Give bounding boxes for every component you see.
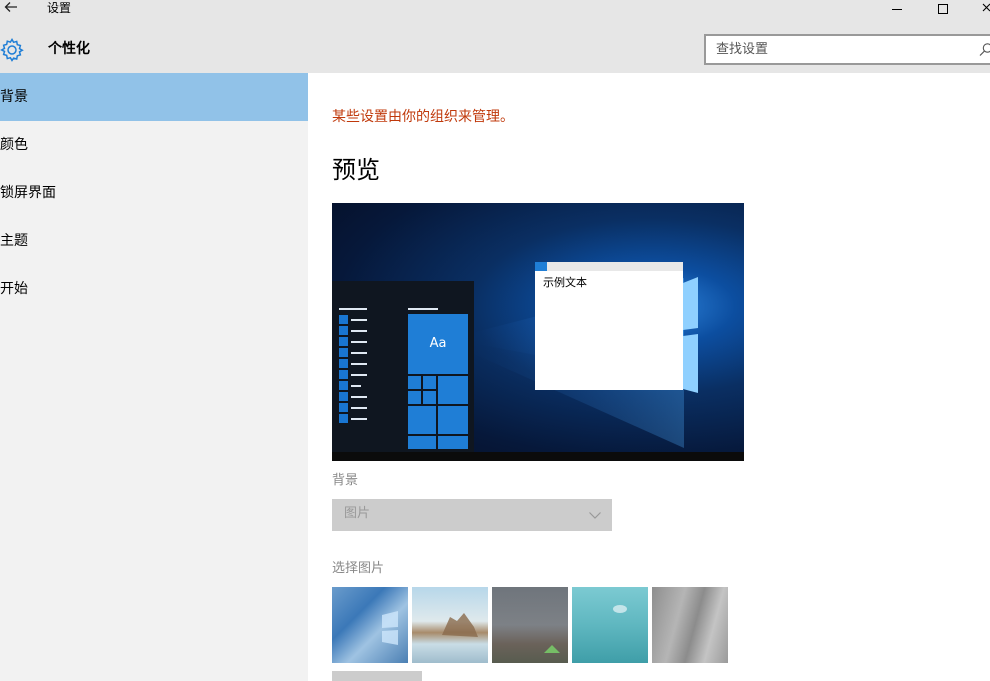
- background-type-dropdown[interactable]: 图片: [332, 499, 612, 531]
- preview-heading: 预览: [332, 156, 380, 184]
- thumbnail-rock[interactable]: [652, 587, 728, 663]
- thumbnail-underwater[interactable]: [572, 587, 648, 663]
- managed-notice: 某些设置由你的组织来管理。: [332, 109, 514, 125]
- sidebar-item-themes[interactable]: 主题: [0, 217, 308, 265]
- thumbnail-windows-hero[interactable]: [332, 587, 408, 663]
- close-icon: [982, 3, 990, 12]
- sidebar-item-colors[interactable]: 颜色: [0, 121, 308, 169]
- choose-picture-label: 选择图片: [332, 561, 385, 576]
- browse-button[interactable]: [332, 671, 422, 681]
- sidebar-item-start[interactable]: 开始: [0, 265, 308, 313]
- minimize-icon: [892, 9, 902, 10]
- minimize-button[interactable]: [874, 0, 920, 18]
- sample-window-preview: 示例文本: [535, 262, 683, 390]
- windows-logo-icon: [382, 611, 398, 645]
- background-type-value: 图片: [344, 506, 371, 521]
- sidebar-item-background[interactable]: 背景: [0, 73, 308, 121]
- thumbnail-beach[interactable]: [412, 587, 488, 663]
- close-button[interactable]: [966, 0, 990, 18]
- start-menu-preview: Aa: [332, 281, 474, 452]
- sample-text: 示例文本: [543, 276, 587, 289]
- tent-shape: [544, 645, 560, 653]
- sidebar: 背景 颜色 锁屏界面 主题 开始: [0, 73, 308, 681]
- back-arrow-icon[interactable]: [3, 0, 23, 17]
- chevron-down-icon: [588, 507, 602, 521]
- header: 个性化 查找设置: [0, 18, 990, 73]
- search-placeholder: 查找设置: [716, 42, 769, 57]
- background-label: 背景: [332, 473, 359, 488]
- thumbnail-night-sky[interactable]: [492, 587, 568, 663]
- preview-tile-aa: Aa: [408, 314, 468, 374]
- maximize-icon: [938, 4, 948, 14]
- search-icon[interactable]: [978, 42, 990, 58]
- maximize-button[interactable]: [920, 0, 966, 18]
- title-bar: 设置: [0, 0, 990, 18]
- rock-shape: [442, 613, 478, 637]
- search-input[interactable]: 查找设置: [704, 34, 990, 65]
- window-title: 设置: [47, 1, 72, 15]
- gear-icon: [0, 37, 26, 63]
- desktop-preview: Aa 示例文本: [332, 203, 744, 461]
- swimmer-shape: [613, 605, 627, 613]
- sidebar-item-lock-screen[interactable]: 锁屏界面: [0, 169, 308, 217]
- page-title: 个性化: [48, 41, 90, 57]
